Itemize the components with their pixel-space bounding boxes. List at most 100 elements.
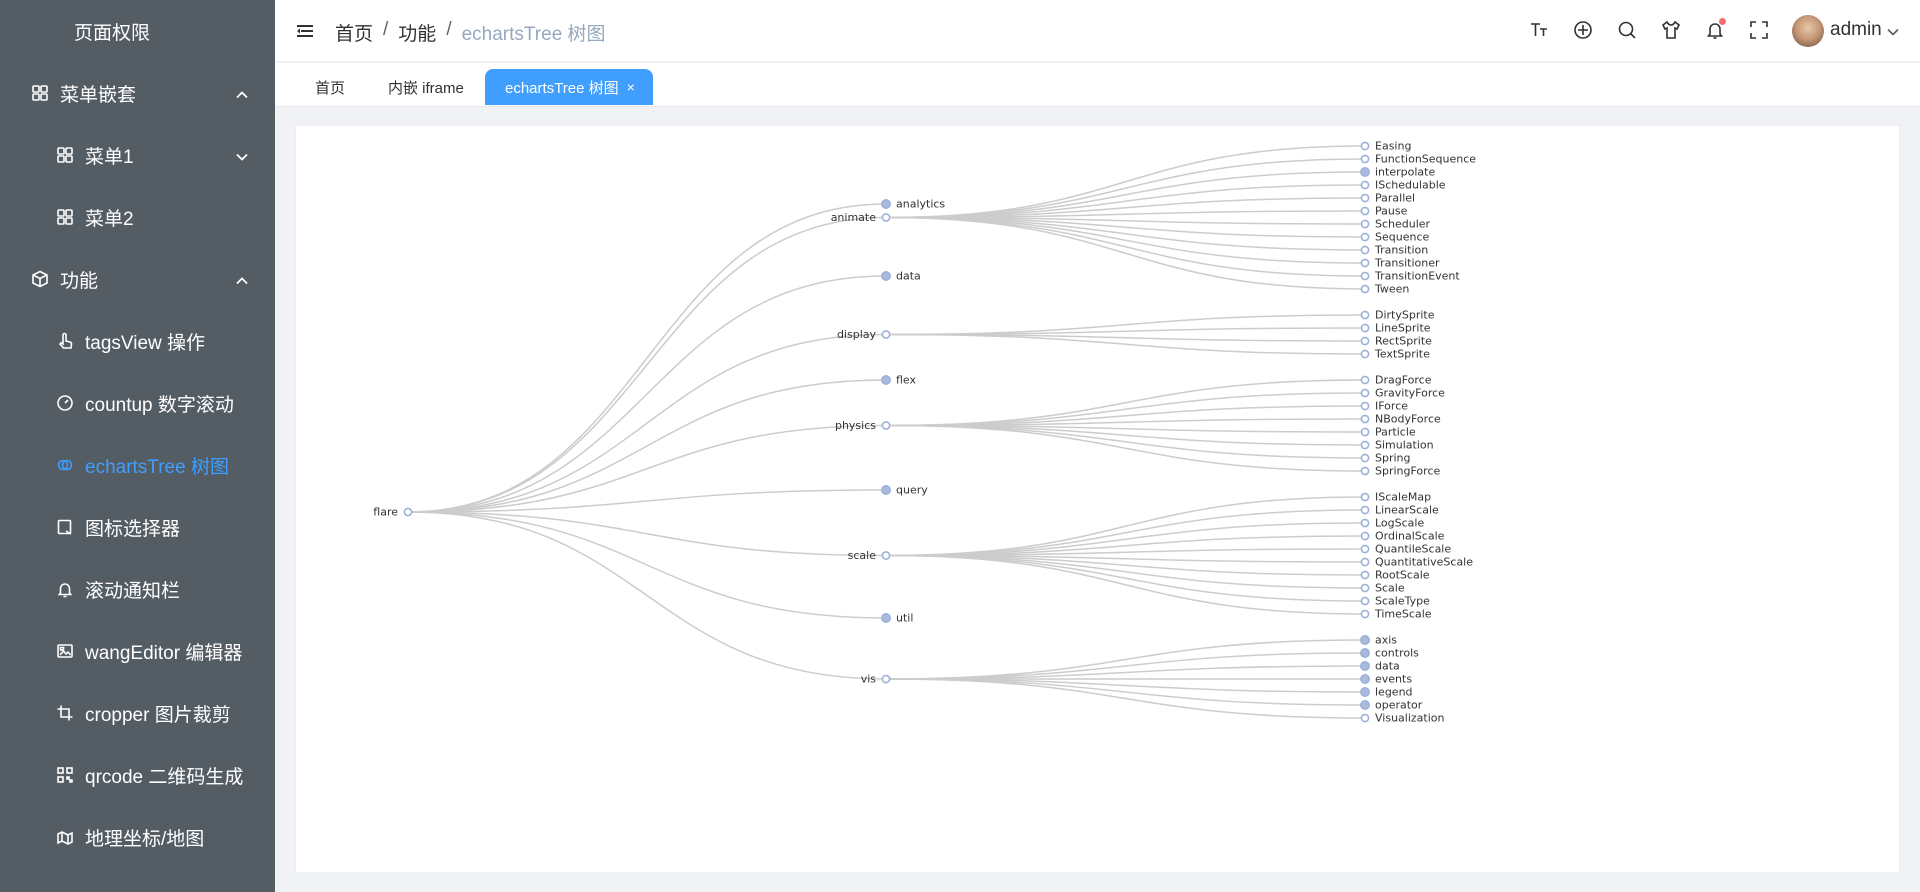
sidebar-item-10[interactable]: 滚动通知栏 — [0, 558, 275, 620]
tree-node-leaf[interactable] — [1360, 673, 1371, 684]
tag-echarts-tree[interactable]: echartsTree 树图 × — [485, 69, 653, 105]
breadcrumb-item-home[interactable]: 首页 — [335, 19, 373, 46]
tree-node-query[interactable] — [880, 484, 891, 495]
tree-node-leaf[interactable] — [1360, 440, 1370, 450]
tree-chart[interactable]: flare analytics animate EasingFunctionSeque… — [296, 126, 1899, 872]
map-icon — [55, 827, 75, 847]
sidebar-item-2[interactable]: 菜单嵌套 — [0, 62, 275, 124]
tree-node-leaf[interactable] — [1360, 141, 1370, 151]
tree-node-leaf[interactable] — [1360, 271, 1370, 281]
tree-node-leaf[interactable] — [1360, 232, 1370, 242]
tree-node-physics[interactable] — [881, 421, 891, 430]
tree-node-leaf[interactable] — [1360, 206, 1370, 216]
tree-node-leaf[interactable] — [1360, 466, 1370, 476]
tree-node-leaf[interactable] — [1360, 583, 1370, 593]
bell-icon[interactable] — [1705, 18, 1727, 42]
tree-label-leaf: interpolate — [1375, 166, 1435, 179]
tree-node-leaf[interactable] — [1360, 427, 1370, 437]
tree-node-flex[interactable] — [880, 375, 891, 386]
tree-node-leaf[interactable] — [1360, 336, 1370, 346]
sidebar-item-11[interactable]: wangEditor 编辑器 — [0, 620, 275, 682]
sidebar-item-7[interactable]: countup 数字滚动 — [0, 372, 275, 434]
tree-node-leaf[interactable] — [1360, 166, 1371, 177]
tree-node-leaf[interactable] — [1360, 609, 1370, 619]
tree-node-leaf[interactable] — [1360, 245, 1370, 255]
sidebar-item-13[interactable]: qrcode 二维码生成 — [0, 744, 275, 806]
tree-node-leaf[interactable] — [1360, 258, 1370, 268]
tree-node-vis[interactable] — [881, 674, 891, 684]
tree-node-leaf[interactable] — [1360, 284, 1370, 294]
tree-node-leaf[interactable] — [1360, 660, 1371, 671]
tree-node-leaf[interactable] — [1360, 193, 1370, 203]
sidebar-item-1[interactable]: 页面权限 — [0, 0, 275, 62]
search-icon[interactable] — [1617, 20, 1639, 42]
tree-node-data[interactable] — [880, 271, 891, 282]
chevron-down-icon[interactable] — [235, 148, 249, 162]
tree-link — [885, 216, 1366, 251]
sidebar-item-5[interactable]: 功能 — [0, 248, 275, 310]
tree-label-leaf: TransitionEvent — [1374, 270, 1460, 283]
component-icon[interactable] — [1573, 20, 1595, 42]
tree-link — [885, 496, 1366, 557]
tree-node-leaf[interactable] — [1360, 518, 1370, 528]
font-size-icon[interactable] — [1529, 20, 1551, 42]
sidebar-item-12[interactable]: cropper 图片裁剪 — [0, 682, 275, 744]
tree-node-leaf[interactable] — [1360, 219, 1370, 229]
tree-node-leaf[interactable] — [1360, 349, 1370, 359]
tree-link — [407, 379, 887, 513]
tree-link — [885, 522, 1366, 557]
sidebar-item-4[interactable]: 菜单2 — [0, 186, 275, 248]
username[interactable]: admin — [1830, 19, 1882, 41]
tree-node-leaf[interactable] — [1360, 180, 1370, 190]
grid-icon — [55, 207, 75, 227]
tree-node-leaf[interactable] — [1360, 375, 1370, 385]
tree-label-leaf: QuantitativeScale — [1375, 556, 1473, 569]
chevron-up-icon[interactable] — [235, 272, 249, 286]
avatar[interactable] — [1792, 15, 1824, 47]
tree-node-util[interactable] — [880, 612, 891, 623]
tree-node-leaf[interactable] — [1360, 414, 1370, 424]
tree-node-leaf[interactable] — [1360, 570, 1370, 580]
fullscreen-icon[interactable] — [1749, 20, 1771, 42]
breadcrumb-item-feature[interactable]: 功能 — [398, 19, 436, 46]
tree-node-leaf[interactable] — [1360, 634, 1371, 645]
tag-label: 内嵌 iframe — [388, 79, 464, 97]
tag-iframe[interactable]: 内嵌 iframe — [388, 69, 464, 105]
tree-node-leaf[interactable] — [1360, 686, 1371, 697]
sidebar-item-label: 菜单1 — [85, 146, 134, 168]
tree-node-root[interactable] — [403, 507, 413, 517]
tree-node-leaf[interactable] — [1360, 154, 1370, 164]
tree-node-leaf[interactable] — [1360, 713, 1370, 723]
sidebar-item-3[interactable]: 菜单1 — [0, 124, 275, 186]
tree-node-leaf[interactable] — [1360, 492, 1370, 502]
sidebar-item-6[interactable]: tagsView 操作 — [0, 310, 275, 372]
tree-node-leaf[interactable] — [1360, 388, 1370, 398]
tree-node-scale[interactable] — [881, 551, 891, 560]
tree-node-leaf[interactable] — [1360, 596, 1370, 606]
close-icon[interactable]: × — [627, 79, 635, 95]
tree-node-leaf[interactable] — [1360, 531, 1370, 541]
sidebar-item-8[interactable]: echartsTree 树图 — [0, 434, 275, 496]
tree-node-leaf[interactable] — [1360, 323, 1370, 333]
tree-node-leaf[interactable] — [1360, 401, 1370, 411]
tree-node-leaf[interactable] — [1360, 647, 1371, 658]
sidebar-item-14[interactable]: 地理坐标/地图 — [0, 806, 275, 868]
tree-node-leaf[interactable] — [1360, 310, 1370, 320]
tree-link — [885, 392, 1366, 427]
skin-icon[interactable] — [1661, 20, 1683, 42]
tree-node-analytics[interactable] — [880, 199, 891, 210]
tree-node-leaf[interactable] — [1360, 699, 1371, 710]
hamburger-icon[interactable] — [295, 21, 315, 41]
tree-node-leaf[interactable] — [1360, 557, 1370, 567]
chevron-down-icon[interactable] — [1886, 25, 1900, 39]
sidebar-item-9[interactable]: 图标选择器 — [0, 496, 275, 558]
tree-node-leaf[interactable] — [1360, 453, 1370, 463]
tag-home[interactable]: 首页 — [315, 69, 345, 105]
tree-label-leaf: operator — [1375, 699, 1423, 712]
tag-label: echartsTree 树图 — [505, 79, 619, 97]
tree-node-animate[interactable] — [881, 213, 891, 222]
tree-node-leaf[interactable] — [1360, 544, 1370, 554]
tree-node-leaf[interactable] — [1360, 505, 1370, 515]
chevron-up-icon[interactable] — [235, 86, 249, 100]
tree-node-display[interactable] — [881, 330, 891, 339]
